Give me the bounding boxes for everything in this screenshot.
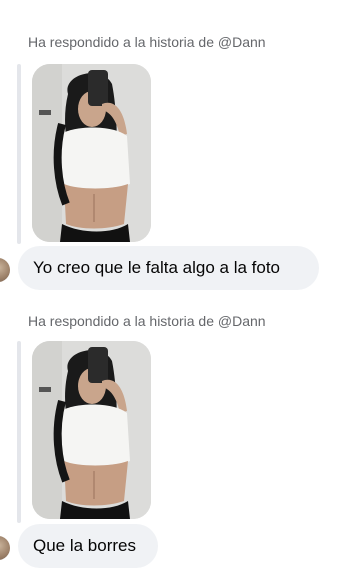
avatar[interactable]: [0, 536, 10, 560]
story-thumbnail[interactable]: [32, 341, 151, 519]
story-photo-icon: [32, 341, 151, 519]
message-bubble[interactable]: Que la borres: [18, 524, 158, 568]
avatar[interactable]: [0, 258, 10, 282]
quote-bar: [17, 341, 21, 523]
story-thumbnail[interactable]: [32, 64, 151, 242]
story-reply-label: Ha respondido a la historia de @Dann: [28, 313, 266, 329]
quote-bar: [17, 64, 21, 244]
story-reply-label: Ha respondido a la historia de @Dann: [28, 34, 266, 50]
story-photo-icon: [32, 64, 151, 242]
message-bubble[interactable]: Yo creo que le falta algo a la foto: [18, 246, 319, 290]
